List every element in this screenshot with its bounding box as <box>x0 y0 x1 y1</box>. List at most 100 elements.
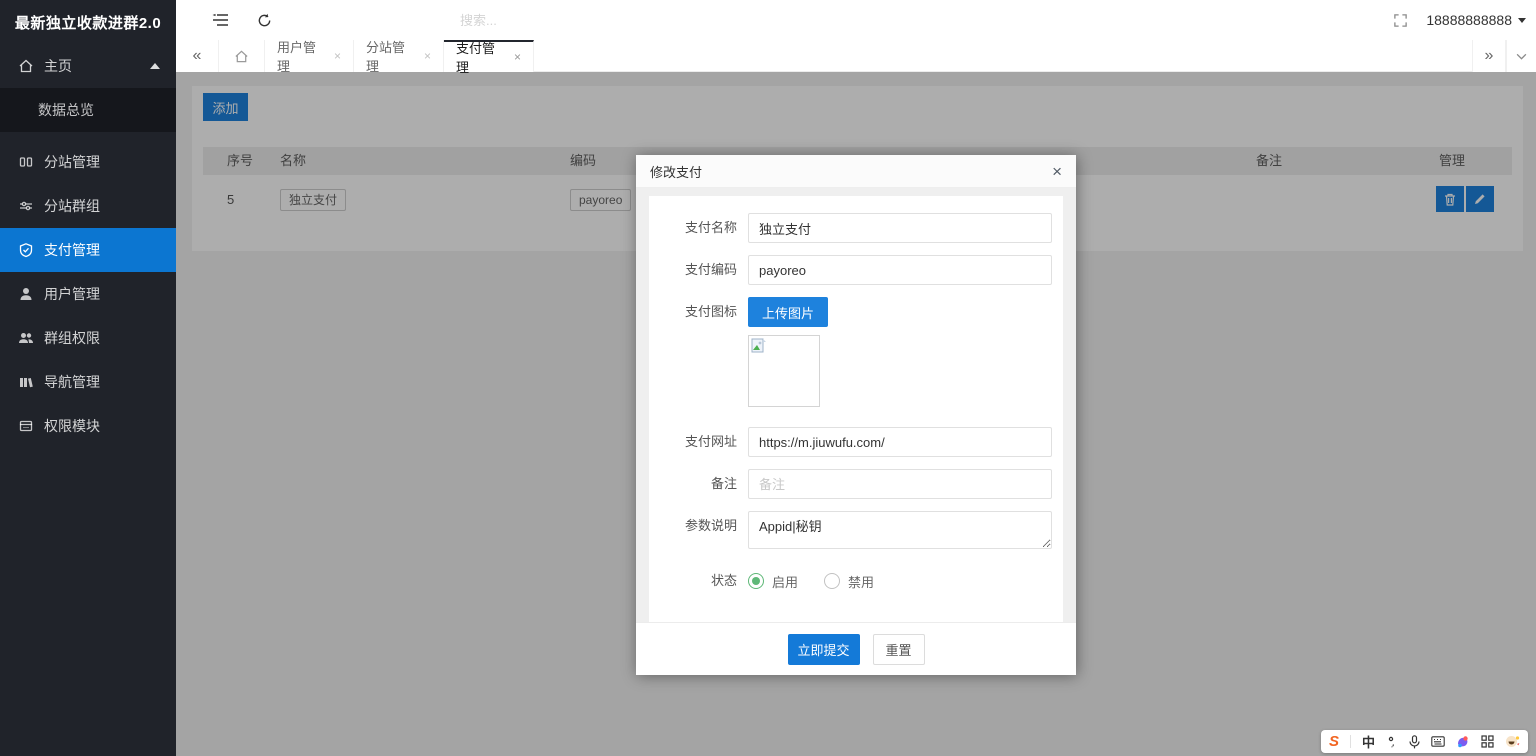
tab-home[interactable] <box>219 40 265 72</box>
fullscreen-button[interactable] <box>1380 0 1420 40</box>
dialog-header: 修改支付 × <box>636 155 1076 188</box>
punctuation-icon[interactable] <box>1386 736 1398 748</box>
broken-image-icon <box>751 338 767 354</box>
field-pay-code: 支付编码 <box>649 255 1063 285</box>
columns-icon <box>18 154 34 170</box>
account-number: 18888888888 <box>1426 12 1512 28</box>
tabs-scroll-right-button[interactable]: » <box>1472 40 1506 72</box>
keyboard-icon[interactable] <box>1431 736 1445 747</box>
field-params: 参数说明 Appid|秘钥 <box>649 511 1063 554</box>
refresh-button[interactable] <box>244 0 284 40</box>
sidebar-item-label: 支付管理 <box>44 240 100 260</box>
caret-up-icon <box>150 63 160 69</box>
collapse-sidebar-button[interactable] <box>200 0 240 40</box>
home-icon <box>18 58 34 74</box>
radio-enable-label: 启用 <box>772 572 798 591</box>
remark-input[interactable] <box>748 469 1052 499</box>
sidebar-item-label: 分站管理 <box>44 152 100 172</box>
field-pay-icon: 支付图标 上传图片 <box>649 297 1063 407</box>
tab-substation-mgmt[interactable]: 分站管理 × <box>354 40 444 72</box>
sidebar-item-substation[interactable]: 分站管理 <box>0 140 176 184</box>
user-icon <box>18 286 34 302</box>
sidebar-item-label: 权限模块 <box>44 416 100 436</box>
tab-close-icon[interactable]: × <box>424 49 431 63</box>
topbar: 18888888888 <box>176 0 1536 40</box>
chevrons-left-icon: « <box>193 47 202 65</box>
pay-code-label: 支付编码 <box>649 255 737 285</box>
chevron-down-icon <box>1516 53 1527 60</box>
sidebar-item-home[interactable]: 主页 <box>0 44 176 88</box>
pay-code-input[interactable] <box>748 255 1052 285</box>
search-input[interactable] <box>460 8 630 32</box>
sidebar-item-overview[interactable]: 数据总览 <box>0 88 176 132</box>
tab-label: 用户管理 <box>277 37 324 75</box>
sogou-logo-icon[interactable]: S <box>1329 733 1339 750</box>
radio-disable[interactable]: 禁用 <box>824 572 874 591</box>
users-icon <box>18 330 34 346</box>
field-status: 状态 启用 禁用 <box>649 566 1063 596</box>
collapse-menu-icon <box>212 13 229 27</box>
radio-disable-label: 禁用 <box>848 572 874 591</box>
pay-icon-label: 支付图标 <box>649 297 737 407</box>
pay-url-input[interactable] <box>748 427 1052 457</box>
module-grid-icon <box>18 418 34 434</box>
account-dropdown[interactable]: 18888888888 <box>1426 0 1526 40</box>
reset-button[interactable]: 重置 <box>873 634 925 665</box>
edit-payment-dialog: 修改支付 × 支付名称 支付编码 支付图标 上传图片 <box>636 155 1076 675</box>
tab-payment-mgmt[interactable]: 支付管理 × <box>444 40 534 72</box>
pay-name-label: 支付名称 <box>649 213 737 243</box>
chinese-mode-icon[interactable]: 中 <box>1362 732 1375 751</box>
dialog-body: 支付名称 支付编码 支付图标 上传图片 <box>636 188 1076 622</box>
tab-user-mgmt[interactable]: 用户管理 × <box>265 40 354 72</box>
grid-glyph-icon <box>1481 735 1494 748</box>
radio-enable[interactable]: 启用 <box>748 572 798 591</box>
radio-on-icon <box>748 573 764 589</box>
pay-url-label: 支付网址 <box>649 427 737 457</box>
microphone-icon[interactable] <box>1409 735 1420 749</box>
keyboard-glyph-icon <box>1431 736 1445 747</box>
radio-off-icon <box>824 573 840 589</box>
tab-label: 支付管理 <box>456 38 504 76</box>
field-pay-name: 支付名称 <box>649 213 1063 243</box>
home-icon <box>234 49 249 64</box>
skin-glyph-icon <box>1456 735 1470 749</box>
tabs-scroll-left-button[interactable]: « <box>176 40 219 72</box>
sidebar-item-navigation[interactable]: 导航管理 <box>0 360 176 404</box>
tabs-menu-button[interactable] <box>1506 40 1536 72</box>
tab-close-icon[interactable]: × <box>514 50 521 64</box>
submit-button[interactable]: 立即提交 <box>788 634 860 665</box>
books-icon <box>18 374 34 390</box>
punctuation-glyph-icon <box>1386 736 1398 748</box>
divider <box>1350 735 1351 748</box>
shield-check-icon <box>18 242 34 258</box>
tabbar: « 用户管理 × 分站管理 × 支付管理 × » <box>176 40 1536 72</box>
sidebar-item-payment[interactable]: 支付管理 <box>0 228 176 272</box>
upload-image-button[interactable]: 上传图片 <box>748 297 828 327</box>
tab-close-icon[interactable]: × <box>334 49 341 63</box>
skin-icon[interactable] <box>1456 735 1470 749</box>
ime-toolbar: S 中 <box>1321 730 1528 753</box>
dialog-title: 修改支付 <box>650 162 1052 181</box>
tab-label: 分站管理 <box>366 37 414 75</box>
emoji-glyph-icon <box>1505 735 1520 748</box>
refresh-icon <box>257 13 272 28</box>
caret-down-icon <box>1518 18 1526 23</box>
sidebar-item-perm-modules[interactable]: 权限模块 <box>0 404 176 448</box>
emoji-icon[interactable] <box>1505 735 1520 748</box>
chevrons-right-icon: » <box>1485 47 1494 65</box>
sidebar-item-label: 用户管理 <box>44 284 100 304</box>
toolbox-icon[interactable] <box>1481 735 1494 748</box>
form-panel: 支付名称 支付编码 支付图标 上传图片 <box>649 196 1063 622</box>
pay-name-input[interactable] <box>748 213 1052 243</box>
icon-preview-box <box>748 335 820 407</box>
sidebar-item-substation-groups[interactable]: 分站群组 <box>0 184 176 228</box>
sidebar-item-group-perms[interactable]: 群组权限 <box>0 316 176 360</box>
sidebar-item-label: 主页 <box>44 56 72 76</box>
sidebar-item-users[interactable]: 用户管理 <box>0 272 176 316</box>
params-label: 参数说明 <box>649 511 737 554</box>
close-icon[interactable]: × <box>1052 163 1062 180</box>
params-textarea[interactable]: Appid|秘钥 <box>748 511 1052 549</box>
remark-label: 备注 <box>649 469 737 499</box>
sidebar-item-label: 导航管理 <box>44 372 100 392</box>
status-label: 状态 <box>649 566 737 596</box>
